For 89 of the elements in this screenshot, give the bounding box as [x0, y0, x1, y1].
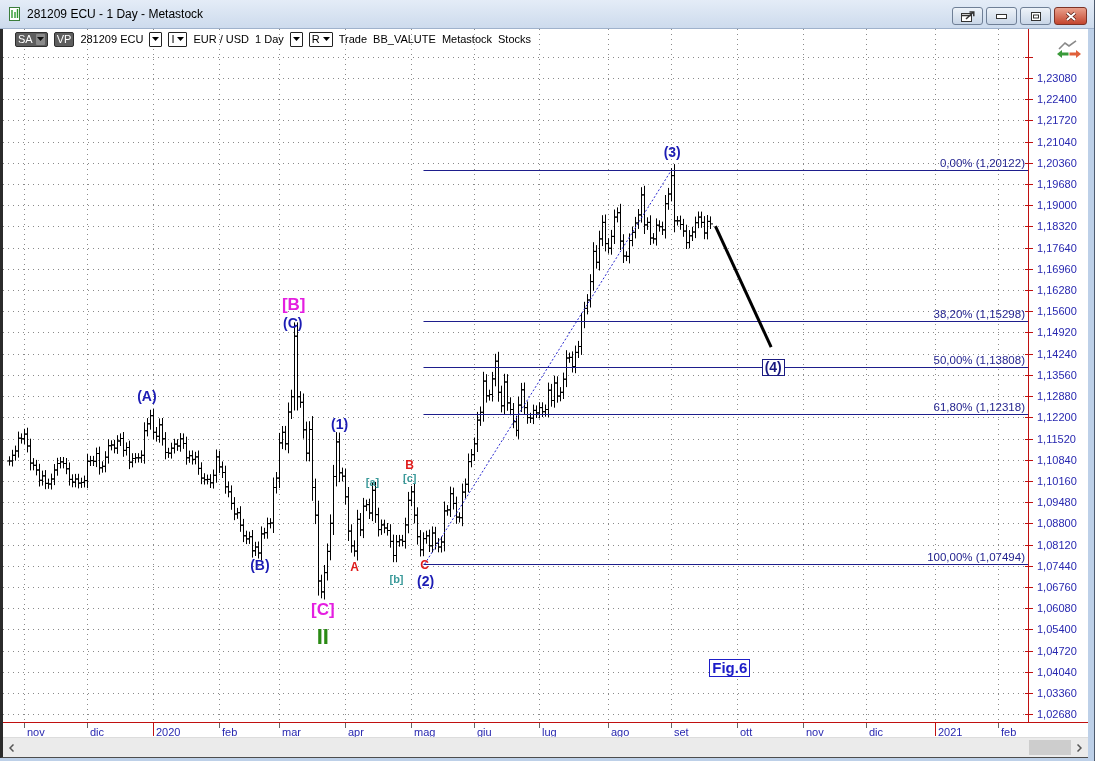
- month-label: feb: [222, 726, 238, 737]
- chart-info-text: BB_VALUTE: [373, 33, 436, 45]
- caret-icon: [322, 37, 330, 41]
- chevron-left-icon: [9, 743, 14, 752]
- price-tick-label: 1,17640: [1037, 241, 1077, 254]
- maximize-icon: [1030, 11, 1041, 21]
- month-label: nov: [27, 726, 45, 737]
- month-label: 2021: [938, 726, 963, 737]
- month-label: ott: [740, 726, 753, 737]
- chart-info-text: Stocks: [498, 33, 532, 45]
- month-label: nov: [806, 726, 824, 737]
- wave-label: [a]: [365, 476, 380, 489]
- wave-label: II: [316, 623, 329, 649]
- wave-label: (3): [663, 143, 681, 160]
- window-mode-button[interactable]: [952, 7, 983, 25]
- window-title: 281209 ECU - 1 Day - Metastock: [27, 7, 204, 21]
- price-tick-label: 1,19000: [1037, 199, 1077, 212]
- price-tick-label: 1,16960: [1037, 262, 1077, 275]
- close-icon: [1064, 10, 1077, 22]
- price-tick-label: 1,14920: [1037, 326, 1077, 339]
- close-button[interactable]: [1054, 7, 1087, 25]
- price-tick-label: 1,11520: [1037, 432, 1076, 445]
- wave-label: [B]: [281, 294, 306, 314]
- price-tick-label: 1,16280: [1037, 284, 1077, 297]
- month-label: dic: [869, 726, 884, 737]
- fib-level-label: 38,20% (1,15298): [933, 307, 1025, 320]
- price-tick-label: 1,05400: [1037, 623, 1077, 636]
- price-tick-label: 1,19680: [1037, 178, 1077, 190]
- caret-icon: [152, 37, 160, 41]
- month-label: feb: [1001, 726, 1017, 737]
- price-tick-label: 1,04040: [1037, 665, 1077, 678]
- price-tick-label: 1,06080: [1037, 602, 1077, 615]
- price-tick-label: 1,07440: [1037, 559, 1077, 572]
- price-tick-label: 1,04720: [1037, 644, 1077, 657]
- wave-label: (2): [417, 573, 435, 590]
- price-tick-label: 1,13560: [1037, 368, 1077, 381]
- target-wave-label: (4): [762, 359, 785, 376]
- caret-icon: [292, 37, 300, 41]
- chart-info-text: Trade: [338, 33, 368, 45]
- minimize-button[interactable]: [986, 7, 1017, 25]
- price-tick-label: 1,22400: [1037, 93, 1077, 106]
- price-tick-label: 1,14240: [1037, 347, 1077, 360]
- caret-icon: [177, 37, 185, 41]
- price-tick-label: 1,10840: [1037, 453, 1077, 466]
- wave-label: [C]: [311, 599, 335, 619]
- chart-info-text: Metastock: [441, 33, 492, 45]
- price-tick-label: 1,12880: [1037, 390, 1077, 403]
- fib-level-label: 0,00% (1,20122): [939, 156, 1025, 169]
- figure-caption: Fig.6: [709, 658, 750, 677]
- month-label: dic: [90, 726, 105, 737]
- caret-icon: [36, 37, 44, 41]
- document-icon: [9, 7, 20, 21]
- wave-label: (1): [331, 416, 349, 433]
- fib-level-label: 50,00% (1,13808): [933, 353, 1025, 366]
- price-tick-label: 1,06760: [1037, 580, 1077, 593]
- price-tick-label: 1,20360: [1037, 156, 1077, 169]
- wave-label: [c]: [403, 472, 417, 485]
- fib-level-label: 100,00% (1,07494): [927, 550, 1025, 563]
- price-tick-label: 1,08120: [1037, 538, 1077, 551]
- chart-info-text: 1 Day: [255, 33, 284, 45]
- minimize-icon: [996, 13, 1007, 19]
- month-label: 2020: [156, 726, 181, 737]
- fib-level-label: 61,80% (1,12318): [933, 400, 1025, 413]
- chart-info-text: EUR / USD: [193, 33, 250, 45]
- chart-info-text: 281209 ECU: [80, 33, 144, 45]
- wave-label: (C): [283, 315, 303, 332]
- maximize-button[interactable]: [1020, 7, 1051, 25]
- price-tick-label: 1,21040: [1037, 135, 1077, 148]
- price-tick-label: 1,23080: [1037, 71, 1077, 84]
- wave-label: [b]: [389, 573, 404, 586]
- price-tick-label: 1,09480: [1037, 496, 1077, 509]
- month-label: mar: [282, 726, 301, 737]
- wave-label: (B): [250, 557, 270, 574]
- price-tick-label: 1,12200: [1037, 411, 1077, 424]
- price-tick-label: 1,15600: [1037, 305, 1077, 318]
- wave-label: (A): [137, 388, 157, 405]
- price-tick-label: 1,03360: [1037, 687, 1077, 699]
- price-tick-label: 1,18320: [1037, 220, 1077, 233]
- price-tick-label: 1,08800: [1037, 517, 1077, 530]
- price-tick-label: 1,10160: [1037, 474, 1077, 487]
- wave-label: C: [420, 558, 429, 573]
- wave-label: B: [405, 458, 415, 472]
- price-tick-label: 1,21720: [1037, 114, 1077, 127]
- price-tick-label: 1,02680: [1037, 708, 1077, 721]
- chevron-right-icon: [1077, 743, 1082, 752]
- scrollbar-thumb[interactable]: [1029, 740, 1071, 755]
- month-label: set: [674, 726, 689, 737]
- wave-label: A: [350, 560, 359, 574]
- arrows-icon[interactable]: [1057, 40, 1081, 58]
